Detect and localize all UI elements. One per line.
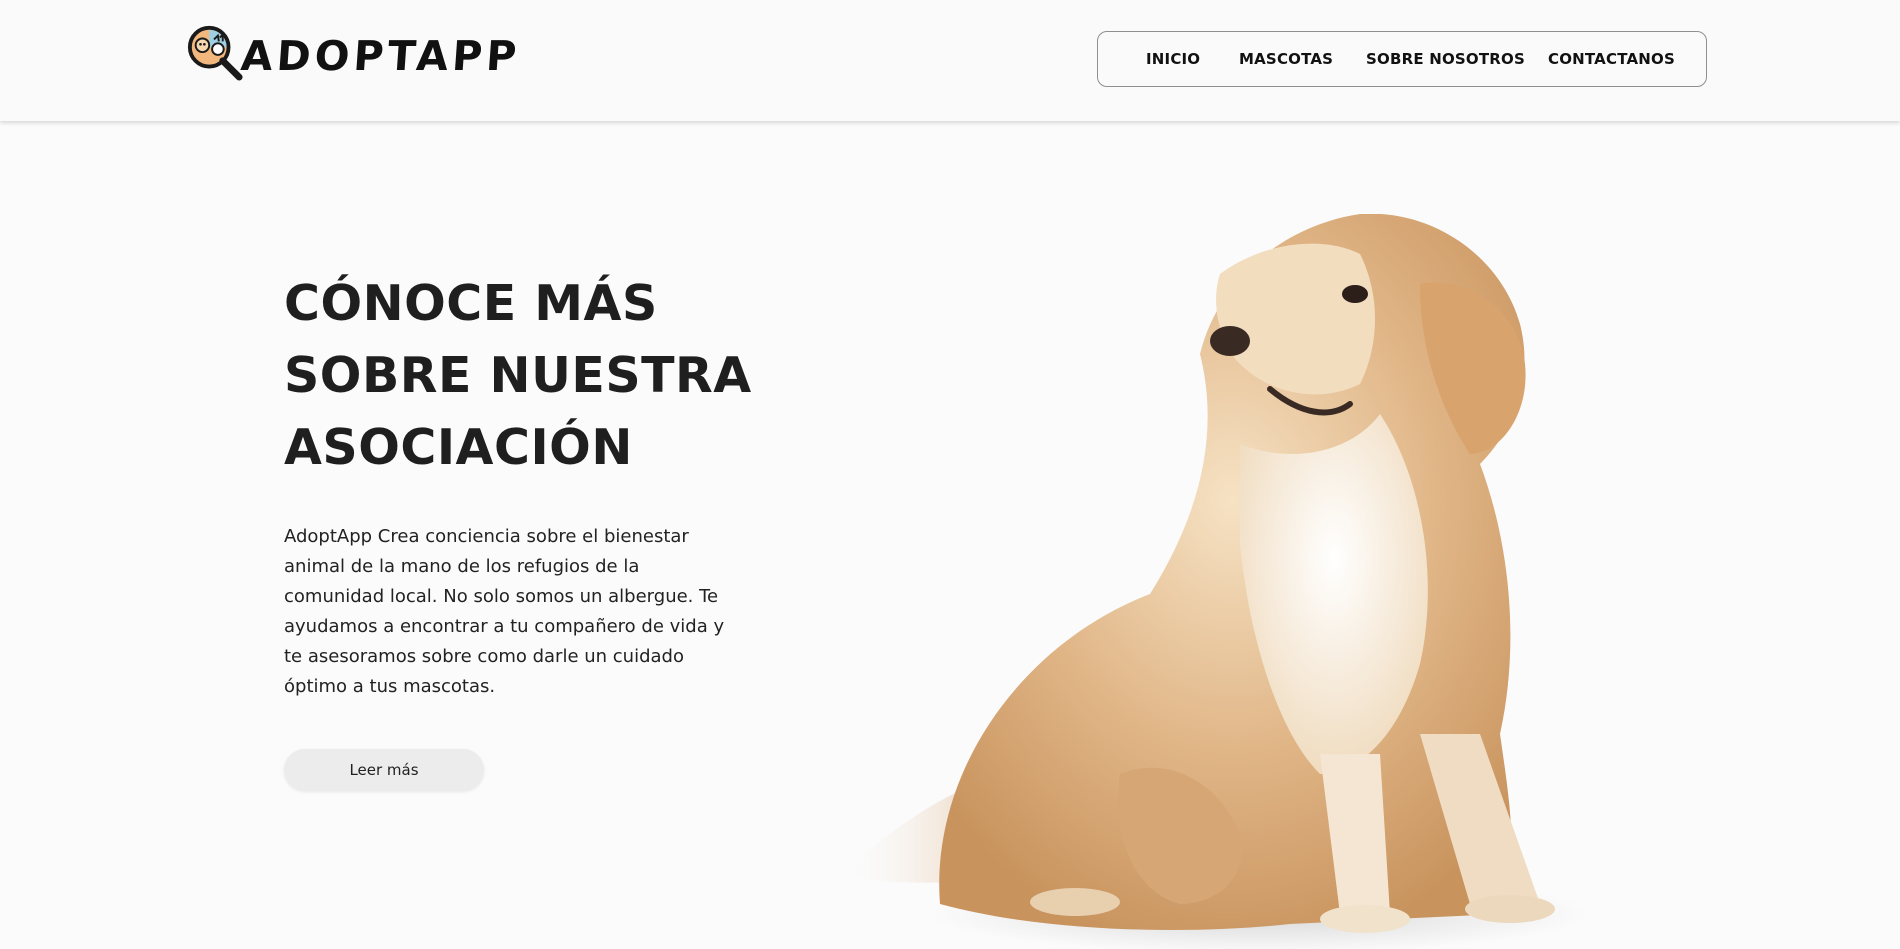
main-nav: INICIO MASCOTAS SOBRE NOSOTROS CONTACTAN… [1097, 31, 1707, 87]
brand-name: ADOPTAPP [239, 32, 522, 80]
hero-title-line: SOBRE NUESTRA [284, 347, 752, 404]
hero-description-line: comunidad local. No solo somos un alberg… [284, 586, 719, 607]
site-header: ADOPTAPP INICIO MASCOTAS SOBRE NOSOTROS … [0, 0, 1900, 121]
read-more-button[interactable]: Leer más [284, 749, 484, 791]
hero-title: CÓNOCE MÁS SOBRE NUESTRA ASOCIACIÓN [284, 268, 752, 484]
hero-description-line: AdoptApp Crea conciencia sobre el bienes… [284, 526, 689, 547]
hero-description-line: ayudamos a encontrar a tu compañero de v… [284, 616, 725, 637]
nav-link-contactanos[interactable]: CONTACTANOS [1548, 50, 1675, 68]
brand-logo[interactable]: ADOPTAPP [186, 22, 522, 84]
nav-link-inicio[interactable]: INICIO [1146, 50, 1200, 68]
nav-link-mascotas[interactable]: MASCOTAS [1239, 50, 1333, 68]
hero-title-line: ASOCIACIÓN [284, 419, 633, 476]
hero-description: AdoptApp Crea conciencia sobre el bienes… [284, 522, 734, 702]
nav-link-sobre-nosotros[interactable]: SOBRE NOSOTROS [1366, 50, 1525, 68]
hero-title-line: CÓNOCE MÁS [284, 275, 658, 332]
hero-description-line: te asesoramos sobre como darle un cuidad… [284, 646, 684, 667]
hero-description-line: animal de la mano de los refugios de la [284, 556, 640, 577]
magnifier-pets-icon [187, 25, 243, 81]
hero-description-line: óptimo a tus mascotas. [284, 676, 496, 697]
golden-retriever-image [840, 214, 1590, 949]
